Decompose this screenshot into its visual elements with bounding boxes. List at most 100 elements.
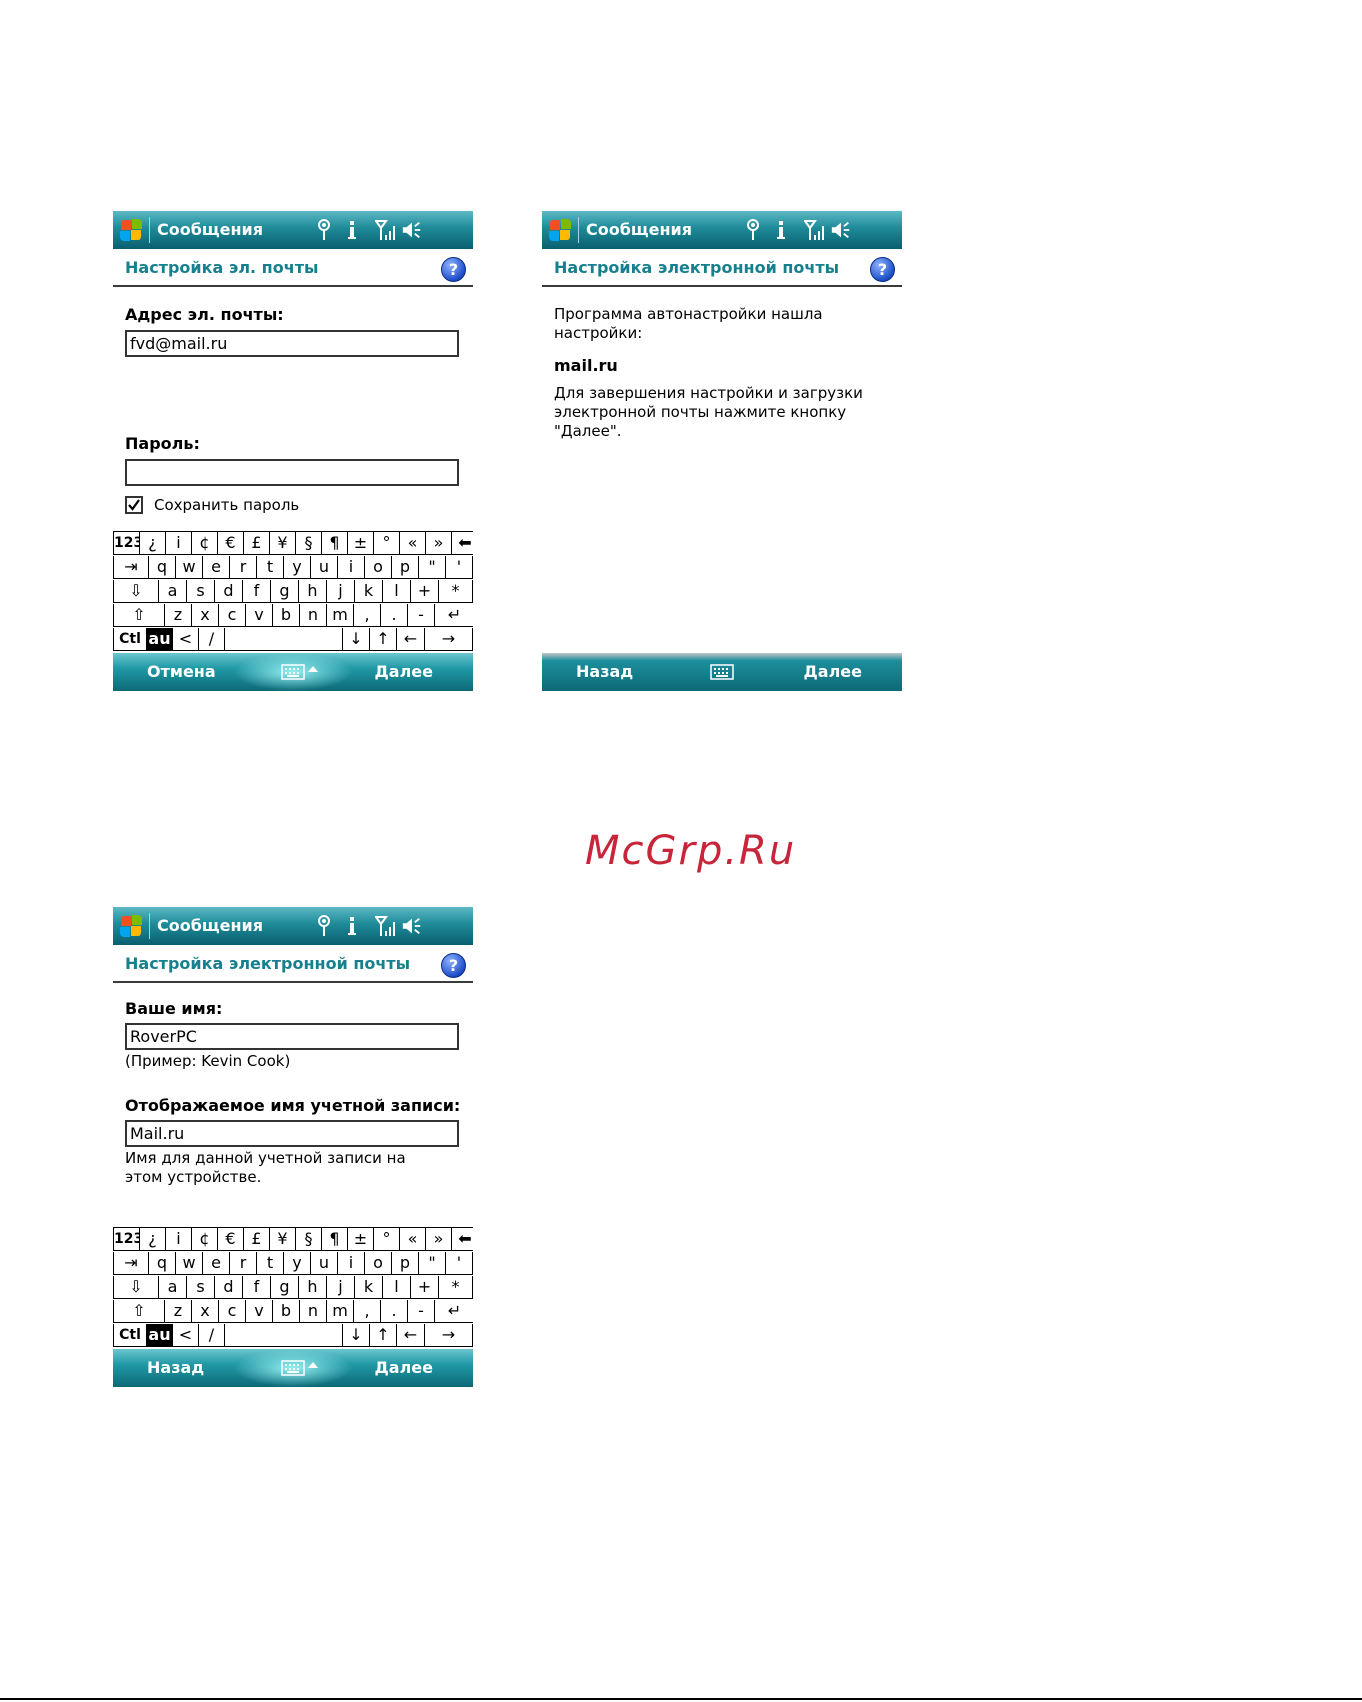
key-e[interactable]: e [203, 1252, 230, 1275]
help-icon[interactable]: ? [441, 257, 466, 282]
key-"[interactable]: " [419, 1252, 446, 1275]
next-button[interactable]: Далее [804, 662, 862, 681]
key-f[interactable]: f [243, 1276, 271, 1299]
key-a[interactable]: a [159, 1276, 187, 1299]
keyboard-icon[interactable] [710, 664, 734, 680]
key-o[interactable]: o [365, 1252, 392, 1275]
key-t[interactable]: t [257, 1252, 284, 1275]
sip-menu-arrow-icon[interactable] [308, 1362, 318, 1368]
key-d[interactable]: d [215, 580, 243, 603]
connectivity-icon[interactable] [742, 218, 764, 242]
key-p[interactable]: p [392, 1252, 419, 1275]
space-key[interactable] [225, 628, 343, 651]
key-¶[interactable]: ¶ [322, 1228, 348, 1251]
key-€[interactable]: € [218, 1228, 244, 1251]
key-b[interactable]: b [273, 604, 300, 627]
key-k[interactable]: k [355, 1276, 383, 1299]
signal-strength-icon[interactable] [375, 914, 397, 938]
your-name-field[interactable]: RoverPC [125, 1023, 459, 1050]
key-t[interactable]: t [257, 556, 284, 579]
key-g[interactable]: g [271, 1276, 299, 1299]
key-f[interactable]: f [243, 580, 271, 603]
key-h[interactable]: h [299, 1276, 327, 1299]
key-.[interactable]: . [381, 1300, 408, 1323]
shift-key[interactable]: ⇧ [113, 604, 165, 627]
key-u[interactable]: u [311, 556, 338, 579]
arrow-down-key[interactable]: ↓ [343, 1324, 370, 1347]
tab-key[interactable]: ⇥ [113, 1252, 149, 1275]
key-,[interactable]: , [354, 604, 381, 627]
notification-icon[interactable] [770, 218, 792, 242]
key-j[interactable]: j [327, 1276, 355, 1299]
arrow-down-key[interactable]: ↓ [343, 628, 370, 651]
space-key[interactable] [225, 1324, 343, 1347]
key-¢[interactable]: ¢ [192, 1228, 218, 1251]
key-+[interactable]: + [411, 1276, 439, 1299]
key-q[interactable]: q [149, 556, 176, 579]
key-q[interactable]: q [149, 1252, 176, 1275]
cancel-button[interactable]: Отмена [147, 662, 216, 681]
key-z[interactable]: z [165, 604, 192, 627]
key-z[interactable]: z [165, 1300, 192, 1323]
enter-key[interactable]: ↵ [435, 604, 473, 627]
key-o[interactable]: o [365, 556, 392, 579]
arrow-right-key[interactable]: → [425, 1324, 473, 1347]
numbers-key[interactable]: 123 [113, 532, 143, 555]
key-<[interactable]: < [173, 1324, 199, 1347]
key-i[interactable]: i [338, 1252, 365, 1275]
key-<[interactable]: < [173, 628, 199, 651]
caps-lock-key[interactable]: ⇩ [113, 580, 159, 603]
key-§[interactable]: § [296, 532, 322, 555]
key-«[interactable]: « [400, 532, 426, 555]
key-»[interactable]: » [426, 532, 452, 555]
help-icon[interactable]: ? [441, 953, 466, 978]
key-y[interactable]: y [284, 1252, 311, 1275]
key-a[interactable]: a [159, 580, 187, 603]
key-»[interactable]: » [426, 1228, 452, 1251]
key-x[interactable]: x [192, 604, 219, 627]
key-s[interactable]: s [187, 580, 215, 603]
key-i[interactable]: i [338, 556, 365, 579]
next-button[interactable]: Далее [375, 1358, 433, 1377]
display-name-field[interactable]: Mail.ru [125, 1120, 459, 1147]
arrow-left-key[interactable]: ← [397, 628, 425, 651]
key-s[interactable]: s [187, 1276, 215, 1299]
key-'[interactable]: ' [446, 1252, 473, 1275]
connectivity-icon[interactable] [313, 914, 335, 938]
key-k[interactable]: k [355, 580, 383, 603]
arrow-left-key[interactable]: ← [397, 1324, 425, 1347]
key-¿[interactable]: ¿ [140, 1228, 166, 1251]
help-icon[interactable]: ? [870, 257, 895, 282]
key-m[interactable]: m [327, 604, 354, 627]
key-x[interactable]: x [192, 1300, 219, 1323]
key-¿[interactable]: ¿ [140, 532, 166, 555]
key-d[interactable]: d [215, 1276, 243, 1299]
key-+[interactable]: + [411, 580, 439, 603]
save-password-checkbox[interactable] [125, 496, 143, 514]
password-field[interactable] [125, 459, 459, 486]
key-¥[interactable]: ¥ [270, 532, 296, 555]
international-key[interactable]: au [147, 628, 173, 651]
key-r[interactable]: r [230, 556, 257, 579]
key-¥[interactable]: ¥ [270, 1228, 296, 1251]
key-£[interactable]: £ [244, 532, 270, 555]
back-button[interactable]: Назад [147, 1358, 204, 1377]
volume-icon[interactable] [830, 218, 852, 242]
volume-icon[interactable] [401, 218, 423, 242]
key--[interactable]: - [408, 1300, 435, 1323]
arrow-up-key[interactable]: ↑ [370, 1324, 397, 1347]
key-b[interactable]: b [273, 1300, 300, 1323]
key-€[interactable]: € [218, 532, 244, 555]
key-w[interactable]: w [176, 1252, 203, 1275]
back-button[interactable]: Назад [576, 662, 633, 681]
key-e[interactable]: e [203, 556, 230, 579]
ctrl-key[interactable]: Ctl [113, 628, 147, 651]
key-°[interactable]: ° [374, 532, 400, 555]
caps-lock-key[interactable]: ⇩ [113, 1276, 159, 1299]
windows-start-icon[interactable] [548, 218, 572, 242]
email-field[interactable]: fvd@mail.ru [125, 330, 459, 357]
key-±[interactable]: ± [348, 1228, 374, 1251]
next-button[interactable]: Далее [375, 662, 433, 681]
key-u[interactable]: u [311, 1252, 338, 1275]
key--[interactable]: - [408, 604, 435, 627]
